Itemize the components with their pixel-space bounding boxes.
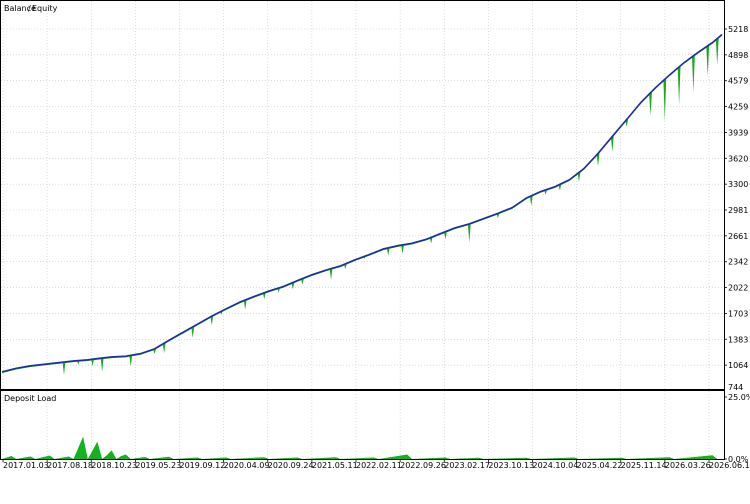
x-tick-label: 2024.10.04 — [533, 461, 579, 470]
legend-separator: / — [28, 4, 31, 13]
deposit-y-axis: 25.0%0.0% — [724, 393, 750, 464]
y-tick-label: 2342 — [728, 258, 748, 267]
y-tick-label: 1064 — [728, 361, 748, 370]
y-tick-label: 2022 — [728, 284, 748, 293]
x-tick-label: 2022.02.11 — [356, 461, 402, 470]
y-tick-label: 744 — [728, 383, 743, 392]
x-tick-label: 2017.08.18 — [47, 461, 93, 470]
y-tick-label: 4898 — [728, 51, 748, 60]
y-tick-label: 2981 — [728, 206, 748, 215]
y-tick-label: 1383 — [728, 335, 748, 344]
backtest-chart: 5218 4898 4579 4259 3939 3620 3300 2981 2661 2342… — [0, 0, 750, 500]
x-tick-label: 2020.04.09 — [224, 461, 270, 470]
y-tick-label: 3300 — [728, 180, 748, 189]
deposit-y-tick-label: 25.0% — [728, 393, 750, 402]
main-y-axis: 5218 4898 4579 4259 3939 3620 3300 2981 2661 2342… — [724, 25, 748, 392]
x-tick-label: 2023.02.17 — [444, 461, 490, 470]
x-tick-label: 2026.06.11 — [709, 461, 750, 470]
y-tick-label: 3620 — [728, 154, 748, 163]
x-tick-label: 2020.09.24 — [268, 461, 314, 470]
x-axis: 2017.01.032017.08.182018.10.232019.05.23… — [2, 459, 750, 470]
y-tick-label: 4259 — [728, 103, 748, 112]
y-tick-label: 3939 — [728, 128, 748, 137]
x-tick-label: 2022.09.26 — [400, 461, 446, 470]
y-tick-label: 5218 — [728, 25, 748, 34]
deposit-panel-title: Deposit Load — [4, 394, 56, 403]
x-tick-label: 2026.03.26 — [665, 461, 711, 470]
x-tick-label: 2021.05.11 — [312, 461, 358, 470]
x-tick-label: 2017.01.03 — [3, 461, 49, 470]
main-panel-frame — [0, 0, 725, 390]
y-tick-label: 1703 — [728, 309, 748, 318]
deposit-panel-frame — [0, 390, 725, 460]
x-tick-label: 2025.11.14 — [621, 461, 667, 470]
x-tick-label: 2023.10.13 — [488, 461, 534, 470]
y-tick-label: 2661 — [728, 232, 748, 241]
x-tick-label: 2019.05.23 — [135, 461, 181, 470]
chart-canvas: 5218 4898 4579 4259 3939 3620 3300 2981 2661 2342… — [0, 0, 750, 470]
x-tick-label: 2019.09.12 — [180, 461, 226, 470]
legend-equity-label: Equity — [32, 4, 58, 13]
y-tick-label: 4579 — [728, 77, 748, 86]
x-tick-label: 2025.04.22 — [577, 461, 623, 470]
x-tick-label: 2018.10.23 — [91, 461, 137, 470]
